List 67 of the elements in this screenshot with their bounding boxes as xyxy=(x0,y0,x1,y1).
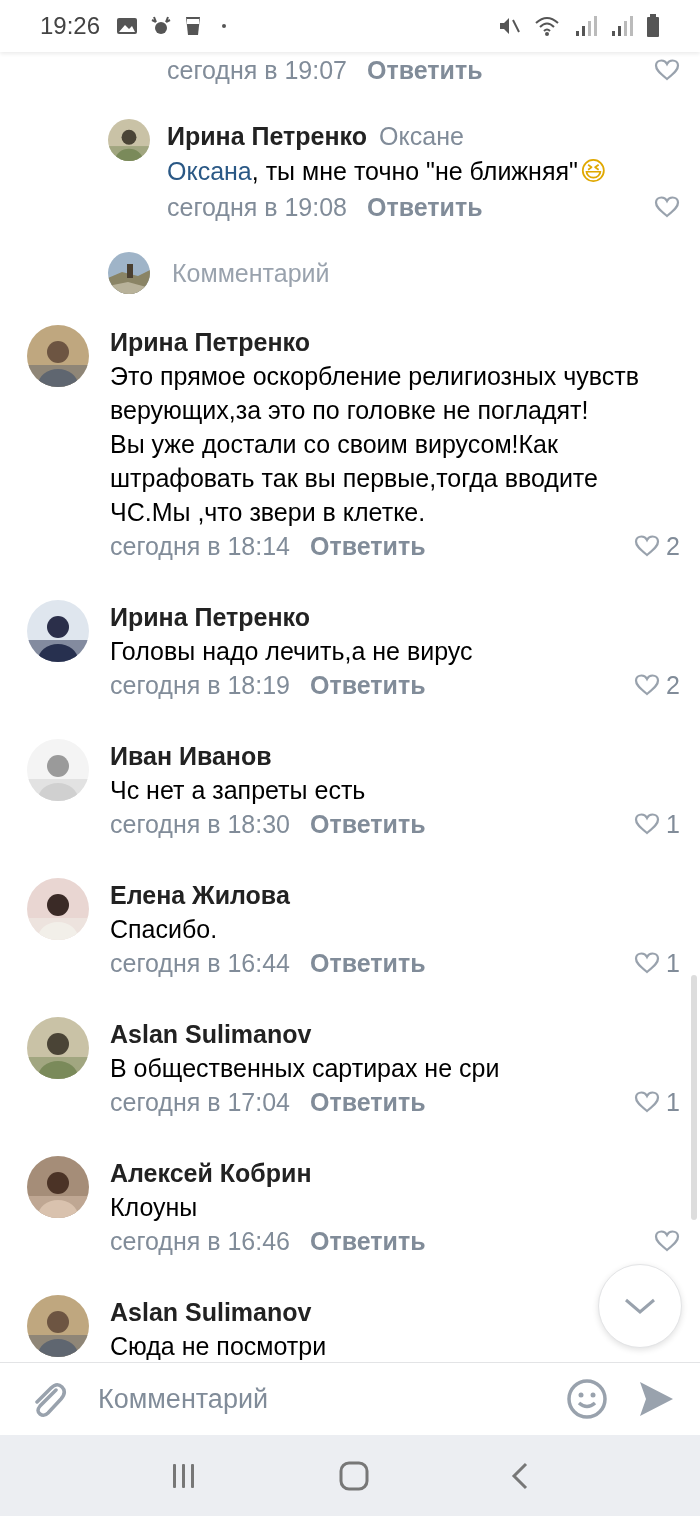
heart-icon xyxy=(634,1090,661,1114)
reply-link[interactable]: Ответить xyxy=(310,809,426,839)
heart-icon xyxy=(654,195,680,219)
like-button[interactable] xyxy=(654,58,680,82)
comment-time: сегодня в 18:19 xyxy=(110,670,290,700)
back-icon[interactable] xyxy=(509,1461,530,1490)
comment-text: В общественных сартирах не сри xyxy=(110,1053,500,1084)
like-button[interactable]: 2 xyxy=(634,531,680,561)
battery-icon xyxy=(646,14,660,38)
signal-icon xyxy=(574,15,598,37)
comment-time: сегодня в 19:07 xyxy=(167,55,347,85)
like-button[interactable]: 1 xyxy=(634,809,680,839)
author-name[interactable]: Aslan Sulimanov xyxy=(110,1019,312,1049)
like-button[interactable]: 1 xyxy=(634,948,680,978)
heart-icon xyxy=(654,58,680,82)
signal-icon xyxy=(610,15,634,37)
cup-icon xyxy=(184,15,203,37)
comment-text: Чс нет а запреты есть xyxy=(110,775,366,806)
image-icon xyxy=(116,16,139,36)
reply-link[interactable]: Ответить xyxy=(310,1226,426,1256)
comment-time: сегодня в 16:44 xyxy=(110,948,290,978)
home-icon[interactable] xyxy=(339,1460,369,1491)
heart-icon xyxy=(634,534,661,558)
author-name[interactable]: Иван Иванов xyxy=(110,741,272,771)
comment-reply-field[interactable]: Комментарий xyxy=(172,258,330,288)
author-name[interactable]: Ирина Петренко xyxy=(167,121,368,151)
reply-link[interactable]: Ответить xyxy=(310,531,426,561)
emoji: 😆 xyxy=(579,155,607,188)
comment-time: сегодня в 17:04 xyxy=(110,1087,290,1117)
notification-dot xyxy=(222,24,227,28)
reply-link[interactable]: Ответить xyxy=(310,1087,426,1117)
reply-link[interactable]: Ответить xyxy=(367,192,483,222)
comment-time: сегодня в 18:14 xyxy=(110,531,290,561)
like-button[interactable]: 2 xyxy=(634,670,680,700)
comment-time: сегодня в 16:46 xyxy=(110,1226,290,1256)
status-time: 19:26 xyxy=(40,12,101,40)
comment-text: Это прямое оскорбление религиозных чувств верующих,за это по головке не погладят! Вы уже достали со своим вирусом!Как штрафовать так вы первые,тогда вводите ЧС.Мы ,что звери в клетке. xyxy=(110,361,641,528)
reply-link[interactable]: Ответить xyxy=(367,55,483,85)
send-icon[interactable] xyxy=(638,1380,674,1418)
like-button[interactable] xyxy=(654,1229,680,1253)
comment-text: Клоуны xyxy=(110,1192,198,1223)
author-name[interactable]: Елена Жилова xyxy=(110,880,290,910)
like-button[interactable]: 1 xyxy=(634,1087,680,1117)
heart-icon xyxy=(634,951,661,975)
reply-link[interactable]: Ответить xyxy=(310,670,426,700)
comment-text: Оксана, ты мне точно "не ближняя" xyxy=(167,156,578,187)
author-name[interactable]: Алексей Кобрин xyxy=(110,1158,312,1188)
comment-text: Головы надо лечить,а не вирус xyxy=(110,636,473,667)
comment-time: сегодня в 18:30 xyxy=(110,809,290,839)
author-name[interactable]: Ирина Петренко xyxy=(110,327,311,357)
chevron-down-icon xyxy=(623,1296,657,1316)
heart-icon xyxy=(634,812,661,836)
heart-icon xyxy=(634,673,661,697)
smiley-icon[interactable] xyxy=(566,1378,608,1420)
comment-text: Спасибо. xyxy=(110,914,218,945)
reply-addressee: Оксане xyxy=(379,121,464,151)
deer-icon xyxy=(150,15,173,37)
author-name[interactable]: Aslan Sulimanov xyxy=(110,1297,312,1327)
scrollbar[interactable] xyxy=(691,975,697,1220)
author-name[interactable]: Ирина Петренко xyxy=(110,602,311,632)
comment-input-field[interactable]: Комментарий xyxy=(98,1383,536,1415)
reply-link[interactable]: Ответить xyxy=(310,948,426,978)
mention-link[interactable]: Оксана xyxy=(167,157,252,185)
like-button[interactable] xyxy=(654,195,680,219)
comment-text: Сюда не посмотри xyxy=(110,1331,327,1362)
heart-icon xyxy=(654,1229,680,1253)
comment-time: сегодня в 19:08 xyxy=(167,192,347,222)
